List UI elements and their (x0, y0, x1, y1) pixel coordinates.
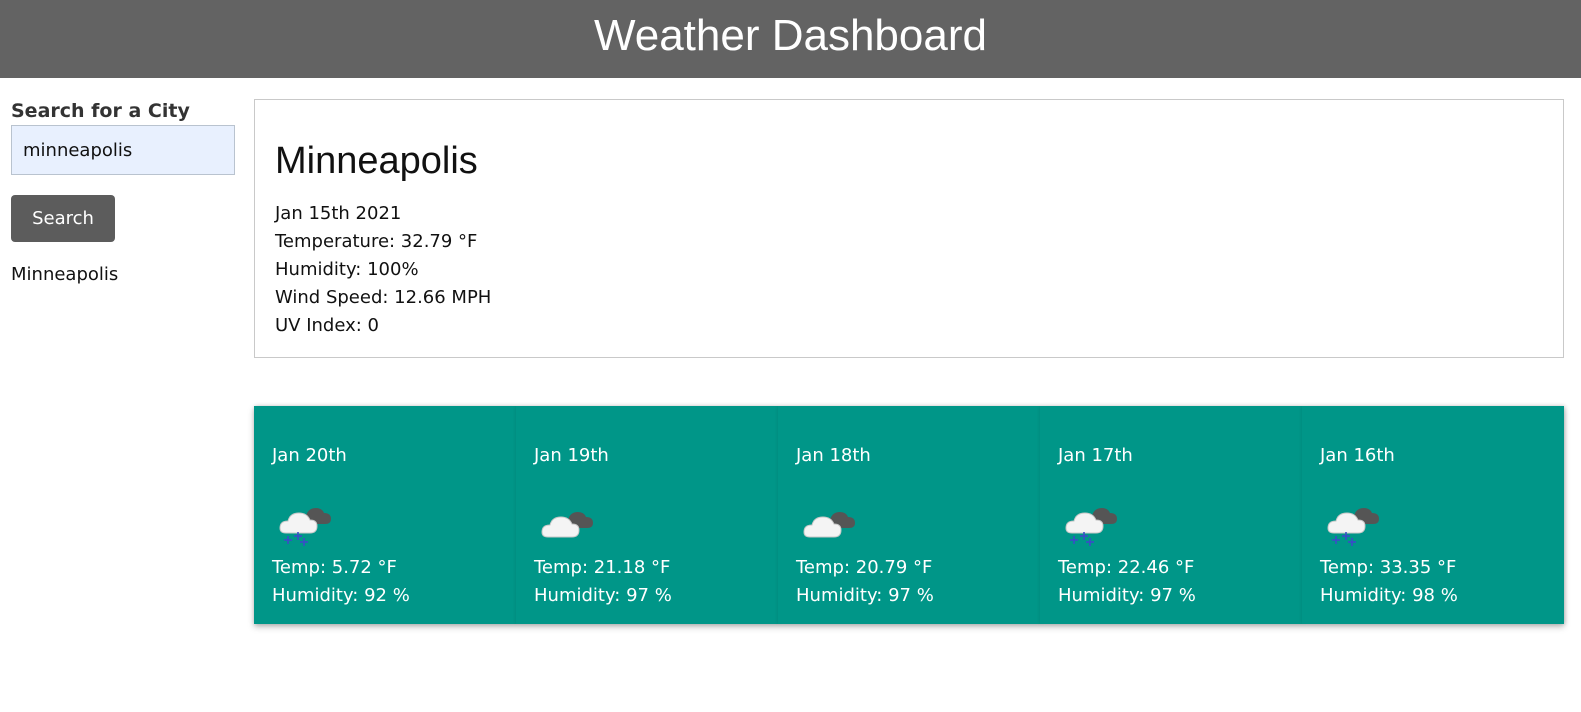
city-search-input[interactable] (11, 125, 235, 175)
forecast-card: Jan 19th Temp: 21.18 °F Humidity: 97 % (516, 406, 778, 624)
forecast-date: Jan 16th (1320, 445, 1395, 466)
current-wind-speed: Wind Speed: 12.66 MPH (275, 287, 492, 308)
forecast-card: Jan 20th Temp: 5.72 °F Humidity: 92 % (254, 406, 516, 624)
current-uv-index: UV Index: 0 (275, 315, 380, 336)
snow-cloud-icon (274, 498, 336, 548)
broken-clouds-icon (536, 498, 598, 548)
page-title: Weather Dashboard (594, 11, 987, 60)
search-sidebar: Search for a City Search Minneapolis (11, 98, 235, 287)
history-item-minneapolis[interactable]: Minneapolis (11, 263, 235, 287)
forecast-temp: Temp: 5.72 °F (272, 557, 397, 578)
forecast-humidity: Humidity: 97 % (796, 585, 934, 606)
current-humidity: Humidity: 100% (275, 259, 419, 280)
app-header: Weather Dashboard (0, 0, 1581, 78)
forecast-card: Jan 16th Temp: 33.35 °F Humidity: 98 % (1302, 406, 1564, 624)
search-label: Search for a City (11, 100, 190, 122)
forecast-card: Jan 18th Temp: 20.79 °F Humidity: 97 % (778, 406, 1040, 624)
forecast-temp: Temp: 22.46 °F (1058, 557, 1195, 578)
snow-cloud-icon (1322, 498, 1384, 548)
forecast-temp: Temp: 33.35 °F (1320, 557, 1457, 578)
forecast-date: Jan 19th (534, 445, 609, 466)
current-weather-panel: Minneapolis Jan 15th 2021 Temperature: 3… (254, 99, 1564, 358)
snow-cloud-icon (1060, 498, 1122, 548)
forecast-date: Jan 20th (272, 445, 347, 466)
forecast-humidity: Humidity: 97 % (1058, 585, 1196, 606)
forecast-humidity: Humidity: 98 % (1320, 585, 1458, 606)
broken-clouds-icon (798, 498, 860, 548)
forecast-card: Jan 17th Temp: 22.46 °F Humidity: 97 % (1040, 406, 1302, 624)
forecast-date: Jan 17th (1058, 445, 1133, 466)
search-button[interactable]: Search (11, 195, 115, 242)
five-day-forecast: Jan 20th Temp: 5.72 °F Humidity: 92 % Ja… (254, 406, 1564, 624)
forecast-temp: Temp: 21.18 °F (534, 557, 671, 578)
current-city-name: Minneapolis (275, 140, 478, 182)
current-date: Jan 15th 2021 (275, 203, 402, 224)
forecast-humidity: Humidity: 92 % (272, 585, 410, 606)
current-temperature: Temperature: 32.79 °F (275, 231, 478, 252)
forecast-humidity: Humidity: 97 % (534, 585, 672, 606)
forecast-date: Jan 18th (796, 445, 871, 466)
forecast-temp: Temp: 20.79 °F (796, 557, 933, 578)
